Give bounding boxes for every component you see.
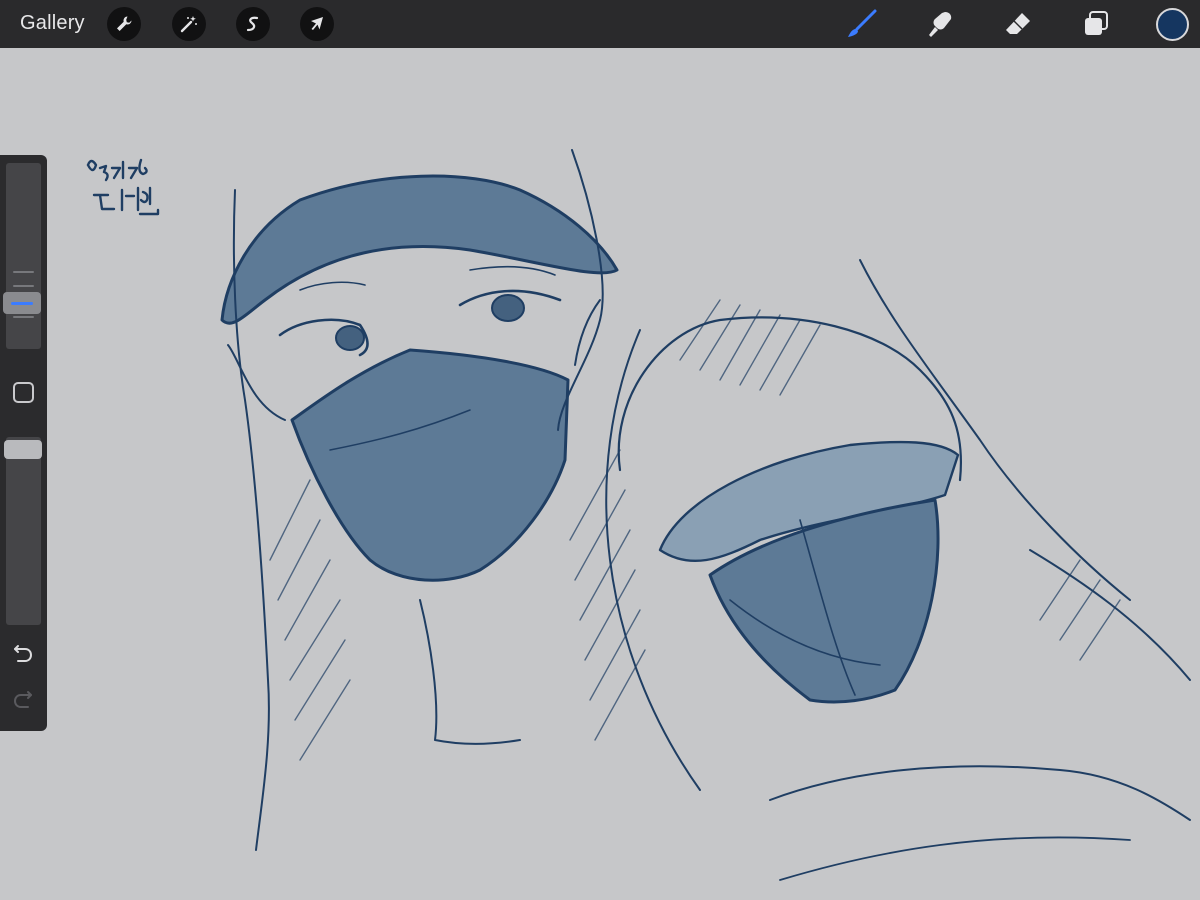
sketch-artwork [86, 149, 1191, 881]
drawing-canvas[interactable] [0, 48, 1200, 900]
eraser-tool-button[interactable] [1000, 6, 1036, 42]
opacity-thumb[interactable] [4, 440, 42, 459]
smudge-tool-button[interactable] [922, 6, 958, 42]
selection-s-icon [246, 16, 259, 32]
opacity-slider[interactable] [6, 437, 41, 625]
gallery-button[interactable]: Gallery [20, 12, 85, 35]
magic-wand-icon [180, 16, 197, 33]
actions-button[interactable] [107, 7, 141, 41]
eraser-icon [1006, 13, 1030, 34]
brush-icon [848, 9, 877, 37]
smudge-icon [929, 12, 952, 37]
layers-button[interactable] [1078, 6, 1114, 42]
layers-icon [1085, 11, 1108, 35]
arrow-cursor-icon [311, 17, 323, 30]
wrench-icon [117, 16, 132, 31]
adjustments-button[interactable] [172, 7, 206, 41]
size-tick [13, 271, 34, 273]
transform-button[interactable] [300, 7, 334, 41]
undo-arrow-icon [14, 645, 33, 662]
top-toolbar: Gallery [0, 0, 1200, 48]
size-tick [13, 316, 34, 318]
brush-size-thumb[interactable] [3, 292, 41, 314]
brush-tool-button[interactable] [844, 6, 880, 42]
current-color-button[interactable] [1156, 8, 1189, 41]
brush-sidebar [0, 155, 47, 731]
modify-button[interactable] [13, 382, 34, 403]
redo-button[interactable] [9, 687, 37, 715]
brush-size-slider[interactable] [6, 163, 41, 349]
undo-button[interactable] [9, 641, 37, 669]
handwritten-note [86, 158, 160, 216]
redo-arrow-icon [13, 691, 32, 708]
selection-button[interactable] [236, 7, 270, 41]
size-tick [13, 285, 34, 287]
